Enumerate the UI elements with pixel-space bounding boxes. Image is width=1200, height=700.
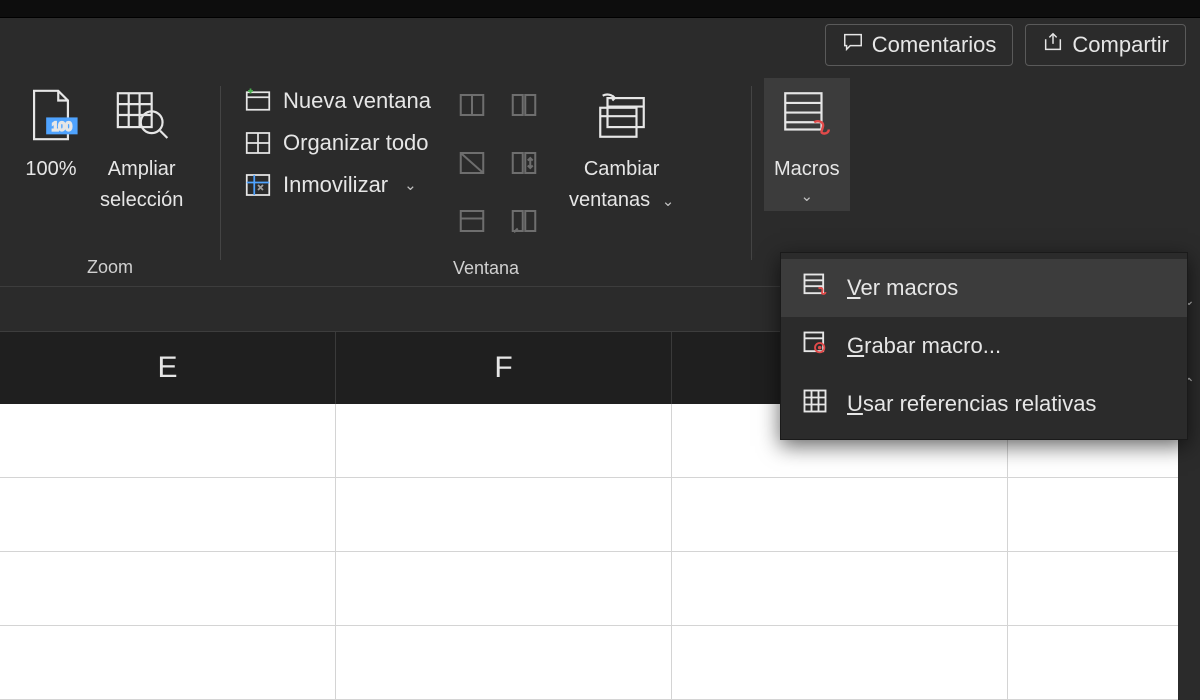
- switch-windows-label-1: Cambiar: [584, 157, 660, 182]
- window-small-icons: [441, 78, 559, 254]
- record-macro-icon: [801, 329, 829, 363]
- header-actions: Comentarios Compartir: [0, 18, 1200, 72]
- chevron-down-icon: ⌄: [801, 188, 814, 207]
- reset-position-button[interactable]: [507, 204, 541, 238]
- new-window-button[interactable]: Nueva ventana: [243, 86, 431, 116]
- titlebar-strip: [0, 0, 1200, 18]
- new-window-label: Nueva ventana: [283, 88, 431, 114]
- zoom-selection-icon: [113, 86, 171, 151]
- arrange-all-button[interactable]: Organizar todo: [243, 128, 431, 158]
- zoom-100-button[interactable]: 100 100%: [12, 78, 90, 186]
- macros-dropdown: Ver macros Grabar macro... Usar referenc…: [780, 252, 1188, 440]
- use-relative-refs-label: Usar referencias relativas: [847, 391, 1096, 417]
- group-zoom: 100 100% Ampliar selección Zoom: [0, 72, 220, 286]
- hide-button[interactable]: [455, 146, 489, 180]
- switch-windows-icon: [593, 86, 651, 151]
- zoom-selection-button[interactable]: Ampliar selección: [90, 78, 193, 217]
- unhide-button[interactable]: [455, 204, 489, 238]
- record-macro-item[interactable]: Grabar macro...: [781, 317, 1187, 375]
- group-window: Nueva ventana Organizar todo Inmovilizar…: [221, 72, 751, 286]
- zoom-100-label: 100%: [25, 157, 76, 182]
- macros-label: Macros: [774, 157, 840, 182]
- column-header[interactable]: F: [336, 332, 672, 404]
- use-relative-refs-item[interactable]: Usar referencias relativas: [781, 375, 1187, 433]
- share-button[interactable]: Compartir: [1025, 24, 1186, 66]
- zoom-selection-label-2: selección: [100, 188, 183, 213]
- view-macros-label: Ver macros: [847, 275, 958, 301]
- relative-refs-icon: [801, 387, 829, 421]
- macros-button[interactable]: Macros ⌄: [764, 78, 850, 211]
- page-100-icon: 100: [22, 86, 80, 151]
- freeze-panes-label: Inmovilizar: [283, 172, 388, 198]
- view-macros-icon: [801, 271, 829, 305]
- comments-label: Comentarios: [872, 32, 997, 58]
- comment-icon: [842, 31, 864, 59]
- arrange-all-label: Organizar todo: [283, 130, 429, 156]
- comments-button[interactable]: Comentarios: [825, 24, 1014, 66]
- spreadsheet-grid[interactable]: [0, 404, 1200, 700]
- window-actions-list: Nueva ventana Organizar todo Inmovilizar…: [233, 78, 441, 200]
- share-icon: [1042, 31, 1064, 59]
- switch-windows-button[interactable]: Cambiar ventanas ⌄: [559, 78, 684, 217]
- view-side-by-side-button[interactable]: [507, 88, 541, 122]
- group-zoom-label: Zoom: [0, 253, 220, 280]
- svg-text:100: 100: [52, 120, 72, 134]
- macros-icon: [778, 86, 836, 151]
- record-macro-label: Grabar macro...: [847, 333, 1001, 359]
- column-header[interactable]: E: [0, 332, 336, 404]
- zoom-selection-label-1: Ampliar: [108, 157, 176, 182]
- chevron-down-icon: ⌄: [404, 176, 417, 194]
- freeze-panes-button[interactable]: Inmovilizar ⌄: [243, 170, 431, 200]
- split-button[interactable]: [455, 88, 489, 122]
- sync-scroll-button[interactable]: [507, 146, 541, 180]
- group-window-label: Ventana: [221, 254, 751, 281]
- share-label: Compartir: [1072, 32, 1169, 58]
- chevron-down-icon: ⌄: [662, 193, 675, 210]
- switch-windows-label-2: ventanas ⌄: [569, 188, 674, 213]
- view-macros-item[interactable]: Ver macros: [781, 259, 1187, 317]
